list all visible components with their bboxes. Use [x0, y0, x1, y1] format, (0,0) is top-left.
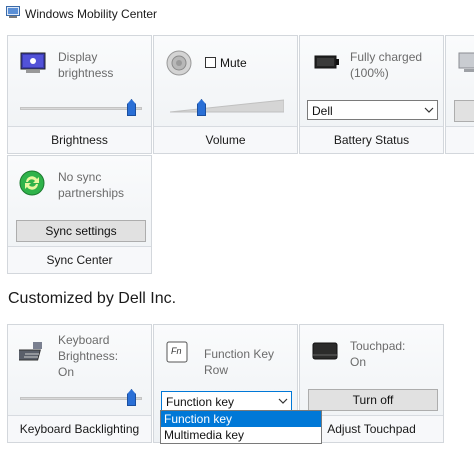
keyboard-status: Keyboard Brightness: On [58, 333, 119, 379]
brightness-tile: Display brightness Brightness [7, 35, 152, 154]
brightness-status: Display brightness [58, 50, 114, 80]
function-key-dropdown-list[interactable]: Function key Multimedia key [160, 410, 322, 444]
battery-status: Fully charged (100%) [350, 50, 423, 80]
volume-tile: Mute Volume [153, 35, 298, 154]
battery-label: Battery Status [300, 126, 443, 153]
dropdown-option-multimedia-key[interactable]: Multimedia key [161, 427, 321, 443]
window-title: Windows Mobility Center [25, 7, 158, 21]
touchpad-status: Touchpad: On [350, 339, 406, 369]
dropdown-option-function-key[interactable]: Function key [161, 411, 321, 427]
sync-status: No sync partnerships [58, 170, 125, 200]
sync-settings-button[interactable]: Sync settings [16, 220, 146, 242]
external-display-tile [445, 35, 474, 154]
touchpad-icon [312, 342, 338, 360]
brightness-label: Brightness [8, 126, 151, 153]
mobility-center-icon [6, 6, 20, 18]
monitor-icon [458, 52, 474, 72]
function-key-select[interactable]: Function key [161, 391, 292, 411]
display-brightness-icon [20, 52, 46, 73]
slider-track [20, 107, 142, 110]
external-display-button[interactable] [454, 100, 474, 122]
sync-tile: No sync partnerships Sync settings Sync … [7, 155, 152, 274]
keyboard-backlight-label: Keyboard Backlighting [8, 415, 151, 442]
section-heading: Customized by Dell Inc. [8, 290, 177, 307]
sync-icon [19, 170, 45, 196]
keyboard-backlight-tile: Keyboard Brightness: On Keyboard Backlig… [7, 324, 152, 443]
battery-icon [314, 55, 339, 69]
volume-slider[interactable] [166, 99, 288, 117]
slider-track [20, 397, 142, 400]
title-bar: Windows Mobility Center [0, 0, 474, 30]
speaker-icon [166, 50, 192, 76]
function-key-status: Function Key Row [204, 347, 275, 377]
keyboard-icon [19, 342, 42, 361]
power-plan-select[interactable]: Dell [307, 100, 438, 120]
fn-key-label: Fn [171, 346, 182, 356]
external-display-label [446, 126, 474, 153]
chevron-down-icon [278, 398, 288, 404]
brightness-slider[interactable] [20, 99, 142, 117]
slider-thumb[interactable] [127, 99, 136, 116]
volume-label: Volume [154, 126, 297, 153]
chevron-down-icon [424, 107, 434, 113]
sync-center-label: Sync Center [8, 246, 151, 273]
mute-label[interactable]: Mute [220, 55, 247, 71]
battery-tile: Fully charged (100%) Dell Battery Status [299, 35, 444, 154]
mute-checkbox[interactable] [205, 57, 216, 68]
slider-thumb[interactable] [197, 99, 206, 116]
keyboard-backlight-slider[interactable] [20, 389, 142, 407]
slider-thumb[interactable] [127, 389, 136, 406]
power-plan-value: Dell [312, 104, 333, 118]
touchpad-toggle-button[interactable]: Turn off [308, 389, 438, 411]
function-key-value: Function key [166, 395, 235, 409]
